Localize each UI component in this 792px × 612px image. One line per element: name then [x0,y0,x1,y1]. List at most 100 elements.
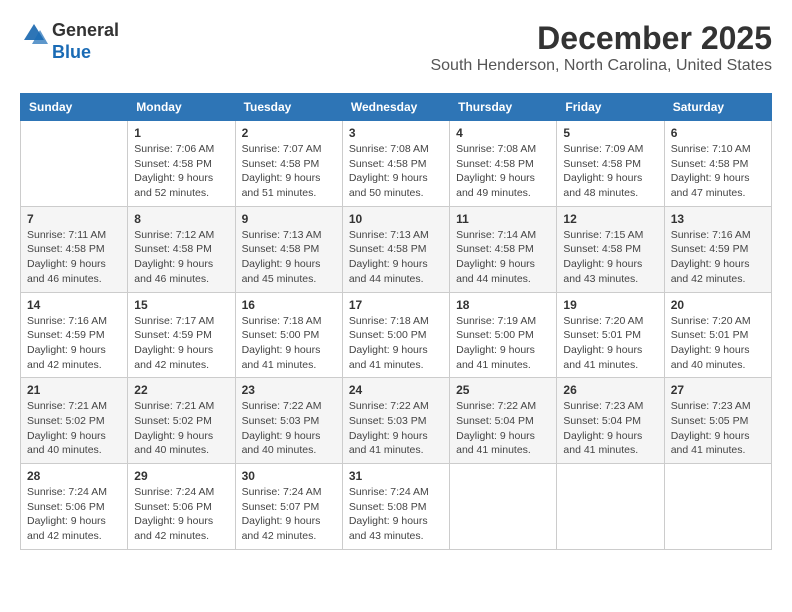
day-info: Sunrise: 7:16 AMSunset: 4:59 PMDaylight:… [671,228,765,287]
day-info: Sunrise: 7:22 AMSunset: 5:03 PMDaylight:… [349,399,443,458]
logo-blue: Blue [52,42,91,62]
calendar-cell: 17 Sunrise: 7:18 AMSunset: 5:00 PMDayligh… [342,292,449,378]
day-info: Sunrise: 7:09 AMSunset: 4:58 PMDaylight:… [563,142,657,201]
day-info: Sunrise: 7:18 AMSunset: 5:00 PMDaylight:… [242,314,336,373]
day-number: 22 [134,383,228,397]
day-number: 16 [242,298,336,312]
calendar-cell: 18 Sunrise: 7:19 AMSunset: 5:00 PMDayligh… [450,292,557,378]
day-info: Sunrise: 7:24 AMSunset: 5:06 PMDaylight:… [134,485,228,544]
logo-general: General [52,20,119,40]
day-info: Sunrise: 7:08 AMSunset: 4:58 PMDaylight:… [456,142,550,201]
day-info: Sunrise: 7:12 AMSunset: 4:58 PMDaylight:… [134,228,228,287]
calendar-cell: 12 Sunrise: 7:15 AMSunset: 4:58 PMDayligh… [557,206,664,292]
logo-icon [20,20,48,48]
calendar-cell: 29 Sunrise: 7:24 AMSunset: 5:06 PMDayligh… [128,464,235,550]
day-info: Sunrise: 7:16 AMSunset: 4:59 PMDaylight:… [27,314,121,373]
day-number: 7 [27,212,121,226]
calendar-cell: 23Sunrise: 7:22 AMSunset: 5:03 PMDayligh… [235,378,342,464]
calendar-week-1: 1Sunrise: 7:06 AMSunset: 4:58 PMDaylight… [21,121,772,207]
calendar-header-row: SundayMondayTuesdayWednesdayThursdayFrid… [21,94,772,121]
day-info: Sunrise: 7:22 AMSunset: 5:04 PMDaylight:… [456,399,550,458]
day-info: Sunrise: 7:15 AMSunset: 4:58 PMDaylight:… [563,228,657,287]
day-number: 29 [134,469,228,483]
day-number: 13 [671,212,765,226]
calendar-cell: 30Sunrise: 7:24 AMSunset: 5:07 PMDayligh… [235,464,342,550]
calendar-week-5: 28 Sunrise: 7:24 AMSunset: 5:06 PMDayligh… [21,464,772,550]
day-number: 11 [456,212,550,226]
calendar-cell: 2Sunrise: 7:07 AMSunset: 4:58 PMDaylight… [235,121,342,207]
day-info: Sunrise: 7:13 AMSunset: 4:58 PMDaylight:… [349,228,443,287]
calendar-cell: 6Sunrise: 7:10 AMSunset: 4:58 PMDaylight… [664,121,771,207]
logo: General Blue [20,20,119,63]
calendar-week-2: 7 Sunrise: 7:11 AMSunset: 4:58 PMDaylight… [21,206,772,292]
day-number: 27 [671,383,765,397]
calendar-cell: 10 Sunrise: 7:13 AMSunset: 4:58 PMDayligh… [342,206,449,292]
calendar-cell: 22 Sunrise: 7:21 AMSunset: 5:02 PMDayligh… [128,378,235,464]
calendar-cell: 5Sunrise: 7:09 AMSunset: 4:58 PMDaylight… [557,121,664,207]
day-number: 17 [349,298,443,312]
calendar-cell [450,464,557,550]
calendar-cell: 19 Sunrise: 7:20 AMSunset: 5:01 PMDayligh… [557,292,664,378]
calendar-cell: 8Sunrise: 7:12 AMSunset: 4:58 PMDaylight… [128,206,235,292]
calendar-cell: 15 Sunrise: 7:17 AMSunset: 4:59 PMDayligh… [128,292,235,378]
day-number: 20 [671,298,765,312]
day-number: 18 [456,298,550,312]
calendar-cell: 25 Sunrise: 7:22 AMSunset: 5:04 PMDayligh… [450,378,557,464]
calendar-cell: 13 Sunrise: 7:16 AMSunset: 4:59 PMDayligh… [664,206,771,292]
calendar-header-tuesday: Tuesday [235,94,342,121]
day-info: Sunrise: 7:22 AMSunset: 5:03 PMDaylight:… [242,399,336,458]
day-info: Sunrise: 7:24 AMSunset: 5:08 PMDaylight:… [349,485,443,544]
day-number: 3 [349,126,443,140]
day-number: 24 [349,383,443,397]
day-info: Sunrise: 7:23 AMSunset: 5:04 PMDaylight:… [563,399,657,458]
day-info: Sunrise: 7:08 AMSunset: 4:58 PMDaylight:… [349,142,443,201]
day-number: 21 [27,383,121,397]
calendar-cell: 21Sunrise: 7:21 AMSunset: 5:02 PMDayligh… [21,378,128,464]
calendar-cell: 1Sunrise: 7:06 AMSunset: 4:58 PMDaylight… [128,121,235,207]
calendar-cell: 31 Sunrise: 7:24 AMSunset: 5:08 PMDayligh… [342,464,449,550]
day-info: Sunrise: 7:13 AMSunset: 4:58 PMDaylight:… [242,228,336,287]
day-number: 19 [563,298,657,312]
calendar-cell: 20 Sunrise: 7:20 AMSunset: 5:01 PMDayligh… [664,292,771,378]
calendar-week-3: 14Sunrise: 7:16 AMSunset: 4:59 PMDayligh… [21,292,772,378]
day-number: 4 [456,126,550,140]
day-info: Sunrise: 7:11 AMSunset: 4:58 PMDaylight:… [27,228,121,287]
day-number: 26 [563,383,657,397]
calendar-header-thursday: Thursday [450,94,557,121]
day-number: 9 [242,212,336,226]
day-number: 25 [456,383,550,397]
day-info: Sunrise: 7:23 AMSunset: 5:05 PMDaylight:… [671,399,765,458]
day-number: 6 [671,126,765,140]
day-info: Sunrise: 7:20 AMSunset: 5:01 PMDaylight:… [563,314,657,373]
day-number: 10 [349,212,443,226]
calendar-header-sunday: Sunday [21,94,128,121]
calendar-cell: 14Sunrise: 7:16 AMSunset: 4:59 PMDayligh… [21,292,128,378]
day-info: Sunrise: 7:07 AMSunset: 4:58 PMDaylight:… [242,142,336,201]
day-info: Sunrise: 7:14 AMSunset: 4:58 PMDaylight:… [456,228,550,287]
calendar-header-wednesday: Wednesday [342,94,449,121]
calendar-cell: 27 Sunrise: 7:23 AMSunset: 5:05 PMDayligh… [664,378,771,464]
calendar-cell: 16 Sunrise: 7:18 AMSunset: 5:00 PMDayligh… [235,292,342,378]
calendar-cell [664,464,771,550]
calendar-cell: 9 Sunrise: 7:13 AMSunset: 4:58 PMDaylight… [235,206,342,292]
day-number: 28 [27,469,121,483]
calendar-cell: 7 Sunrise: 7:11 AMSunset: 4:58 PMDaylight… [21,206,128,292]
calendar-cell: 26 Sunrise: 7:23 AMSunset: 5:04 PMDayligh… [557,378,664,464]
calendar-cell: 4 Sunrise: 7:08 AMSunset: 4:58 PMDaylight… [450,121,557,207]
day-info: Sunrise: 7:06 AMSunset: 4:58 PMDaylight:… [134,142,228,201]
day-info: Sunrise: 7:17 AMSunset: 4:59 PMDaylight:… [134,314,228,373]
day-info: Sunrise: 7:19 AMSunset: 5:00 PMDaylight:… [456,314,550,373]
calendar-header-saturday: Saturday [664,94,771,121]
calendar-cell: 11 Sunrise: 7:14 AMSunset: 4:58 PMDayligh… [450,206,557,292]
day-info: Sunrise: 7:18 AMSunset: 5:00 PMDaylight:… [349,314,443,373]
day-info: Sunrise: 7:24 AMSunset: 5:06 PMDaylight:… [27,485,121,544]
day-number: 31 [349,469,443,483]
calendar-cell: 28 Sunrise: 7:24 AMSunset: 5:06 PMDayligh… [21,464,128,550]
day-number: 12 [563,212,657,226]
calendar-header-friday: Friday [557,94,664,121]
calendar: SundayMondayTuesdayWednesdayThursdayFrid… [20,93,772,550]
day-number: 15 [134,298,228,312]
day-info: Sunrise: 7:20 AMSunset: 5:01 PMDaylight:… [671,314,765,373]
calendar-cell [557,464,664,550]
day-info: Sunrise: 7:21 AMSunset: 5:02 PMDaylight:… [134,399,228,458]
